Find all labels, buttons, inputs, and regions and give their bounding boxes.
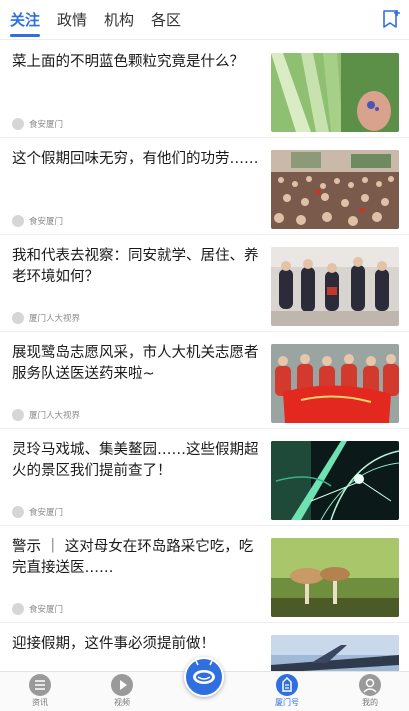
article-source: 食安厦门	[12, 603, 63, 615]
list-item[interactable]: 我和代表去视察：同安就学、居住、养老环境如何？ 厦门人大视界	[0, 235, 409, 332]
source-name: 厦门人大视界	[29, 314, 81, 324]
profile-icon	[359, 674, 381, 696]
tab-institutions[interactable]: 机构	[104, 9, 134, 31]
tab-follow[interactable]: 关注	[10, 9, 41, 37]
tab-politics[interactable]: 政情	[57, 9, 87, 31]
article-source: 厦门人大视界	[12, 409, 80, 421]
robot-assistant-icon	[193, 660, 215, 684]
source-avatar-icon	[12, 506, 24, 518]
source-name: 厦门人大视界	[29, 411, 81, 421]
article-title: 展现鹭岛志愿风采，市人大机关志愿者服务队送医送药来啦~	[12, 345, 259, 382]
channel-tabs: 关注 政情 机构 各区	[10, 9, 198, 37]
article-thumbnail	[271, 344, 399, 423]
article-title: 这个假期回味无穷，有他们的功劳……	[12, 151, 259, 167]
nav-video[interactable]: 视频	[92, 674, 152, 708]
source-avatar-icon	[12, 312, 24, 324]
source-avatar-icon	[12, 215, 24, 227]
source-avatar-icon	[12, 118, 24, 130]
article-title: 迎接假期，这件事必须提前做！	[12, 636, 215, 652]
list-item[interactable]: 展现鹭岛志愿风采，市人大机关志愿者服务队送医送药来啦~ 厦门人大视界	[0, 332, 409, 429]
source-name: 食安厦门	[29, 217, 64, 227]
tab-districts[interactable]: 各区	[151, 9, 181, 31]
article-source: 食安厦门	[12, 118, 63, 130]
source-avatar-icon	[12, 603, 24, 615]
article-title: 警示 ｜ 这对母女在环岛路采它吃，吃完直接送医……	[12, 539, 254, 576]
top-tab-bar: 关注 政情 机构 各区	[0, 0, 409, 40]
article-title: 我和代表去视察：同安就学、居住、养老环境如何？	[12, 248, 259, 285]
article-title: 菜上面的不明蓝色颗粒究竟是什么？	[12, 54, 244, 70]
article-thumbnail	[271, 150, 399, 229]
article-source: 食安厦门	[12, 215, 63, 227]
source-name: 食安厦门	[29, 120, 64, 130]
bookmark-add-icon[interactable]	[379, 8, 401, 30]
nav-label: 厦门号	[275, 698, 299, 707]
article-thumbnail	[271, 538, 399, 617]
article-thumbnail	[271, 635, 399, 671]
source-avatar-icon	[12, 409, 24, 421]
news-icon	[29, 674, 51, 696]
article-title: 灵玲马戏城、集美鳌园……这些假期超火的景区我们提前查了！	[12, 442, 259, 479]
news-feed: 菜上面的不明蓝色颗粒究竟是什么？ 食安厦门 这个假期回味无穷，有他们的功劳…… …	[0, 41, 409, 671]
article-thumbnail	[271, 441, 399, 520]
list-item[interactable]: 菜上面的不明蓝色颗粒究竟是什么？ 食安厦门	[0, 41, 409, 138]
nav-profile[interactable]: 我的	[340, 674, 400, 708]
article-source: 食安厦门	[12, 506, 63, 518]
nav-label: 视频	[114, 698, 130, 707]
nav-xiamen-account[interactable]: 厦门号	[257, 674, 317, 708]
source-name: 食安厦门	[29, 508, 64, 518]
source-name: 食安厦门	[29, 605, 64, 615]
list-item[interactable]: 警示 ｜ 这对母女在环岛路采它吃，吃完直接送医…… 食安厦门	[0, 526, 409, 623]
article-thumbnail	[271, 247, 399, 326]
nav-news[interactable]: 资讯	[10, 674, 70, 708]
list-item[interactable]: 这个假期回味无穷，有他们的功劳…… 食安厦门	[0, 138, 409, 235]
article-thumbnail	[271, 53, 399, 132]
article-source: 厦门人大视界	[12, 312, 80, 324]
nav-label: 资讯	[32, 698, 48, 707]
xiamen-account-icon	[276, 674, 298, 696]
video-play-icon	[111, 674, 133, 696]
list-item[interactable]: 灵玲马戏城、集美鳌园……这些假期超火的景区我们提前查了！ 食安厦门	[0, 429, 409, 526]
robot-assistant-button[interactable]	[184, 657, 224, 697]
nav-label: 我的	[362, 698, 378, 707]
